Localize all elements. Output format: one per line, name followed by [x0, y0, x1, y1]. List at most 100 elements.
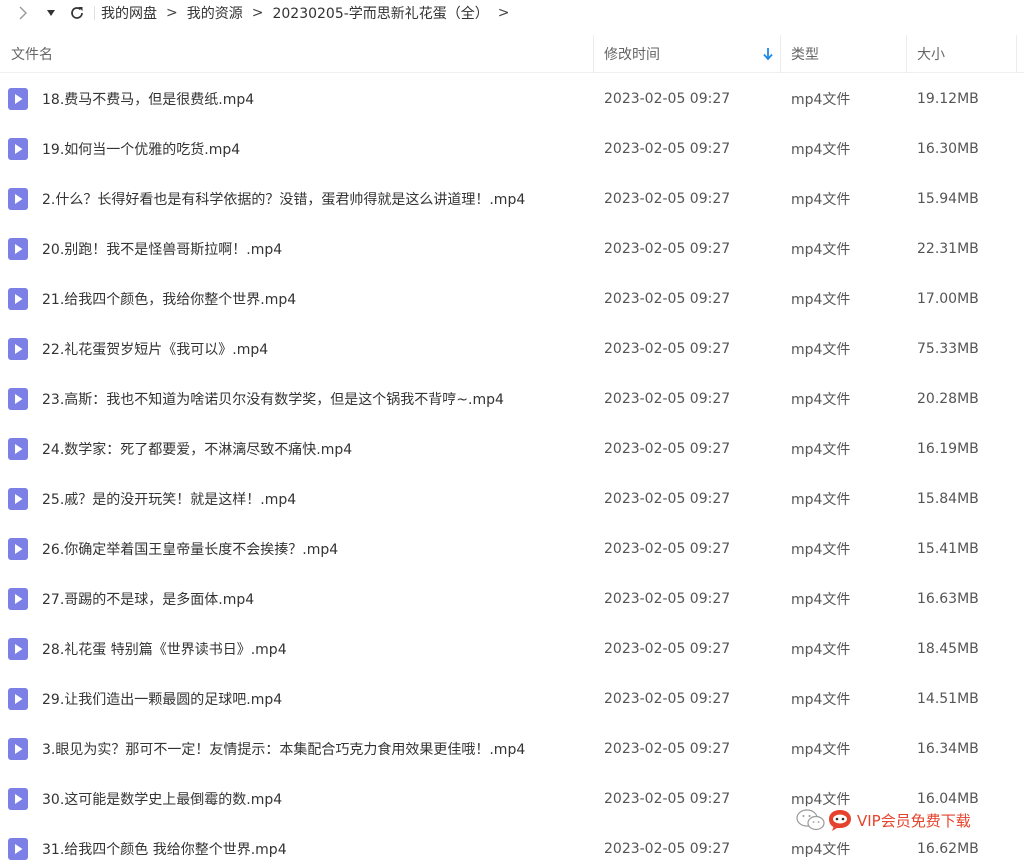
chevron-right-icon: >: [251, 5, 264, 21]
file-type: mp4文件: [791, 492, 851, 508]
file-modified-time: 2023-02-05 09:27: [604, 491, 731, 507]
file-row[interactable]: 19.如何当一个优雅的吃货.mp4 2023-02-05 09:27 mp4文件 16…: [0, 124, 1024, 174]
file-type: mp4文件: [791, 692, 851, 708]
file-size: 19.12MB: [917, 91, 979, 107]
breadcrumb: 我的网盘 > 我的资源 > 20230205-学而思新礼花蛋（全） >: [101, 3, 519, 23]
column-divider[interactable]: [780, 35, 781, 73]
file-name[interactable]: 29.让我们造出一颗最圆的足球吧.mp4: [42, 674, 282, 724]
forward-button[interactable]: [10, 2, 36, 24]
file-size: 17.00MB: [917, 291, 979, 307]
file-type: mp4文件: [791, 592, 851, 608]
file-row[interactable]: 24.数学家：死了都要爱，不淋漓尽致不痛快.mp4 2023-02-05 09:2…: [0, 424, 1024, 474]
column-header-size[interactable]: 大小: [917, 35, 1012, 73]
file-size: 15.84MB: [917, 491, 979, 507]
file-modified-time: 2023-02-05 09:27: [604, 741, 731, 757]
file-name[interactable]: 2.什么？长得好看也是有科学依据的？没错，蛋君帅得就是这么讲道理！.mp4: [42, 174, 525, 224]
file-modified-time: 2023-02-05 09:27: [604, 791, 731, 807]
file-modified-time: 2023-02-05 09:27: [604, 341, 731, 357]
file-name[interactable]: 21.给我四个颜色，我给你整个世界.mp4: [42, 274, 296, 324]
file-size: 16.30MB: [917, 141, 979, 157]
refresh-button[interactable]: [64, 2, 90, 24]
video-file-icon: [8, 388, 28, 410]
file-size: 16.34MB: [917, 741, 979, 757]
file-name[interactable]: 28.礼花蛋 特别篇《世界读书日》.mp4: [42, 624, 287, 674]
file-name[interactable]: 18.费马不费马，但是很费纸.mp4: [42, 74, 254, 124]
video-file-icon: [8, 338, 28, 360]
video-file-icon: [8, 688, 28, 710]
file-modified-time: 2023-02-05 09:27: [604, 91, 731, 107]
file-name[interactable]: 22.礼花蛋贺岁短片《我可以》.mp4: [42, 324, 268, 374]
column-header-name[interactable]: 文件名: [11, 35, 591, 73]
file-modified-time: 2023-02-05 09:27: [604, 591, 731, 607]
video-file-icon: [8, 588, 28, 610]
column-divider[interactable]: [593, 35, 594, 73]
file-name[interactable]: 31.给我四个颜色 我给你整个世界.mp4: [42, 824, 287, 860]
file-modified-time: 2023-02-05 09:27: [604, 841, 731, 857]
toolbar: 我的网盘 > 我的资源 > 20230205-学而思新礼花蛋（全） >: [0, 0, 1024, 26]
video-file-icon: [8, 738, 28, 760]
file-name[interactable]: 24.数学家：死了都要爱，不淋漓尽致不痛快.mp4: [42, 424, 352, 474]
file-row[interactable]: 29.让我们造出一颗最圆的足球吧.mp4 2023-02-05 09:27 mp4文…: [0, 674, 1024, 724]
file-row[interactable]: 26.你确定举着国王皇帝量长度不会挨揍？.mp4 2023-02-05 09:27…: [0, 524, 1024, 574]
file-row[interactable]: 28.礼花蛋 特别篇《世界读书日》.mp4 2023-02-05 09:27 mp4…: [0, 624, 1024, 674]
file-name[interactable]: 25.戚？是的没开玩笑！就是这样！.mp4: [42, 474, 296, 524]
file-row[interactable]: 22.礼花蛋贺岁短片《我可以》.mp4 2023-02-05 09:27 mp4文件…: [0, 324, 1024, 374]
file-row[interactable]: 25.戚？是的没开玩笑！就是这样！.mp4 2023-02-05 09:27 mp4…: [0, 474, 1024, 524]
history-dropdown-button[interactable]: [38, 2, 64, 24]
file-row[interactable]: 3.眼见为实？那可不一定！友情提示：本集配合巧克力食用效果更佳哦！.mp4 202…: [0, 724, 1024, 774]
wechat-icon: [796, 809, 825, 831]
file-modified-time: 2023-02-05 09:27: [604, 391, 731, 407]
file-size: 75.33MB: [917, 341, 979, 357]
file-modified-time: 2023-02-05 09:27: [604, 291, 731, 307]
file-name[interactable]: 19.如何当一个优雅的吃货.mp4: [42, 124, 240, 174]
column-divider[interactable]: [1016, 35, 1017, 73]
file-type: mp4文件: [791, 242, 851, 258]
chevron-right-icon[interactable]: >: [498, 5, 510, 21]
file-size: 15.94MB: [917, 191, 979, 207]
video-file-icon: [8, 138, 28, 160]
breadcrumb-item-current-folder[interactable]: 20230205-学而思新礼花蛋（全）: [272, 3, 488, 23]
file-row[interactable]: 21.给我四个颜色，我给你整个世界.mp4 2023-02-05 09:27 mp4…: [0, 274, 1024, 324]
dropdown-arrow-icon: [47, 10, 55, 16]
file-row[interactable]: 27.哥踢的不是球，是多面体.mp4 2023-02-05 09:27 mp4文件 1…: [0, 574, 1024, 624]
file-type: mp4文件: [791, 542, 851, 558]
file-modified-time: 2023-02-05 09:27: [604, 691, 731, 707]
file-name[interactable]: 26.你确定举着国王皇帝量长度不会挨揍？.mp4: [42, 524, 338, 574]
file-name[interactable]: 20.别跑！我不是怪兽哥斯拉啊！.mp4: [42, 224, 282, 274]
chevron-right-icon: >: [166, 5, 178, 21]
file-size: 20.28MB: [917, 391, 979, 407]
watermark-text: VIP会员免费下载: [857, 811, 971, 830]
breadcrumb-item-my-resources[interactable]: 我的资源: [187, 3, 243, 23]
file-name[interactable]: 23.高斯：我也不知道为啥诺贝尔没有数学奖，但是这个锅我不背哼~.mp4: [42, 374, 504, 424]
video-file-icon: [8, 838, 28, 860]
sort-descending-icon[interactable]: [762, 47, 774, 61]
video-file-icon: [8, 188, 28, 210]
file-modified-time: 2023-02-05 09:27: [604, 541, 731, 557]
file-size: 22.31MB: [917, 241, 979, 257]
file-type: mp4文件: [791, 442, 851, 458]
video-file-icon: [8, 438, 28, 460]
column-header-row: 文件名 修改时间 类型 大小: [0, 35, 1024, 73]
file-type: mp4文件: [791, 142, 851, 158]
file-modified-time: 2023-02-05 09:27: [604, 141, 731, 157]
file-type: mp4文件: [791, 342, 851, 358]
video-file-icon: [8, 88, 28, 110]
file-modified-time: 2023-02-05 09:27: [604, 241, 731, 257]
file-name[interactable]: 30.这可能是数学史上最倒霉的数.mp4: [42, 774, 282, 824]
file-row[interactable]: 18.费马不费马，但是很费纸.mp4 2023-02-05 09:27 mp4文件 1…: [0, 74, 1024, 124]
file-name[interactable]: 27.哥踢的不是球，是多面体.mp4: [42, 574, 254, 624]
file-type: mp4文件: [791, 292, 851, 308]
file-type: mp4文件: [791, 92, 851, 108]
column-header-modified[interactable]: 修改时间: [604, 35, 774, 73]
breadcrumb-item-my-drive[interactable]: 我的网盘: [101, 3, 157, 23]
file-type: mp4文件: [791, 392, 851, 408]
video-file-icon: [8, 488, 28, 510]
file-row[interactable]: 2.什么？长得好看也是有科学依据的？没错，蛋君帅得就是这么讲道理！.mp4 202…: [0, 174, 1024, 224]
file-row[interactable]: 20.别跑！我不是怪兽哥斯拉啊！.mp4 2023-02-05 09:27 mp4文…: [0, 224, 1024, 274]
file-row[interactable]: 23.高斯：我也不知道为啥诺贝尔没有数学奖，但是这个锅我不背哼~.mp4 2023…: [0, 374, 1024, 424]
column-header-type[interactable]: 类型: [791, 35, 901, 73]
file-size: 14.51MB: [917, 691, 979, 707]
video-file-icon: [8, 288, 28, 310]
column-divider[interactable]: [906, 35, 907, 73]
file-name[interactable]: 3.眼见为实？那可不一定！友情提示：本集配合巧克力食用效果更佳哦！.mp4: [42, 724, 525, 774]
